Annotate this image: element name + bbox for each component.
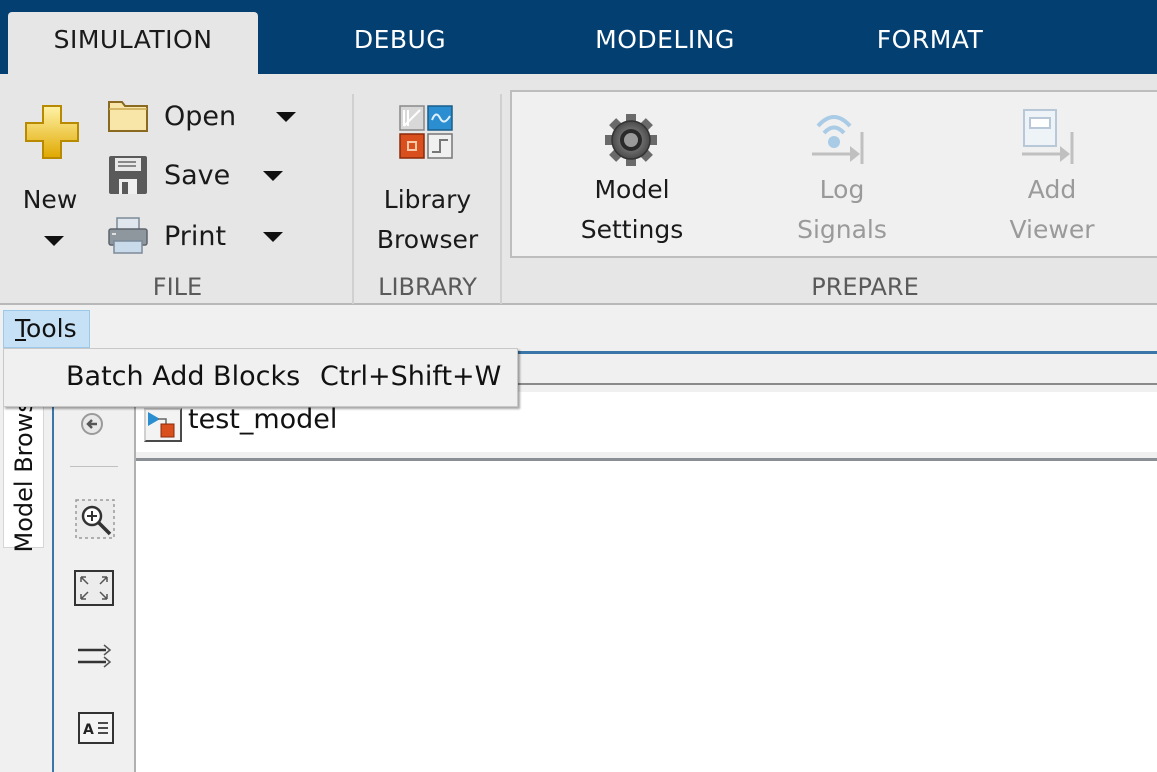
signal-arrows-icon[interactable] [76,642,116,672]
printer-icon [108,217,148,254]
add-viewer-label-line1: Add [1027,175,1077,204]
tools-mnemonic: T [15,314,27,343]
prepare-gallery: Model Settings Log Signals Add Viewer [510,90,1157,258]
ribbon-separator [352,94,354,304]
open-label: Open [164,100,237,132]
library-section-label: LIBRARY [378,273,477,301]
open-button[interactable]: Open [108,90,304,142]
library-browser-label-line2: Browser [376,225,479,254]
log-signals-icon [812,115,864,164]
print-dropdown-caret-icon[interactable] [263,232,283,242]
log-signals-button[interactable]: Log Signals [762,92,922,256]
save-label: Save [164,159,231,191]
tools-dropdown-menu: Batch Add Blocks Ctrl+Shift+W [3,348,518,407]
add-viewer-label-line2: Viewer [1009,215,1095,244]
fit-to-view-icon[interactable] [74,570,114,606]
print-button[interactable]: Print [108,210,304,262]
new-label: New [22,185,78,214]
menu-bar: Tools [0,307,1157,351]
model-icon [144,408,182,442]
file-section-label: FILE [152,273,203,301]
log-signals-label-line1: Log [819,175,865,204]
palette-divider [70,466,118,467]
annotation-icon[interactable]: A [78,712,114,744]
prepare-section-label: PREPARE [811,273,919,301]
zoom-in-icon[interactable] [74,498,116,540]
gear-icon [605,114,657,166]
add-viewer-button[interactable]: Add Viewer [972,92,1132,256]
library-browser-button[interactable]: Library Browser [360,94,495,264]
block-palette: A [54,354,136,772]
folder-icon [108,101,148,132]
ribbon-tab-strip: SIMULATION DEBUG MODELING FORMAT [0,0,1157,74]
tab-debug[interactable]: DEBUG [300,12,500,74]
model-settings-label-line1: Model [594,175,670,204]
tab-format[interactable]: FORMAT [830,12,1030,74]
model-settings-button[interactable]: Model Settings [552,92,712,256]
library-browser-icon [399,105,453,159]
print-label: Print [164,220,227,252]
tab-simulation[interactable]: SIMULATION [8,12,258,74]
svg-text:A: A [83,722,94,738]
new-plus-icon [25,105,79,159]
menu-tools[interactable]: Tools [3,310,90,348]
model-settings-label-line2: Settings [580,215,684,244]
tools-label: ools [26,314,77,343]
ribbon: New Open Save Print FILE Library Browser… [0,74,1157,305]
library-browser-label-line1: Library [383,185,472,214]
new-button[interactable]: New [10,94,90,264]
breadcrumb-model-name[interactable]: test_model [188,404,337,435]
menu-item-batch-add-blocks[interactable]: Batch Add Blocks Ctrl+Shift+W [4,349,517,406]
menu-item-shortcut: Ctrl+Shift+W [320,361,502,392]
save-dropdown-caret-icon[interactable] [263,171,283,181]
menu-item-label: Batch Add Blocks [66,361,301,392]
add-viewer-icon [1022,109,1074,164]
save-button[interactable]: Save [108,149,304,201]
model-canvas[interactable] [136,461,1157,772]
tab-modeling[interactable]: MODELING [560,12,770,74]
open-dropdown-caret-icon[interactable] [276,112,296,122]
log-signals-label-line2: Signals [797,215,887,244]
new-dropdown-caret-icon [44,236,64,246]
ribbon-separator [500,94,502,304]
simulink-window: SIMULATION DEBUG MODELING FORMAT New Ope… [0,0,1157,772]
floppy-disk-icon [109,156,147,194]
navigate-back-icon[interactable] [80,412,104,436]
simulink-model-icon [148,412,175,438]
